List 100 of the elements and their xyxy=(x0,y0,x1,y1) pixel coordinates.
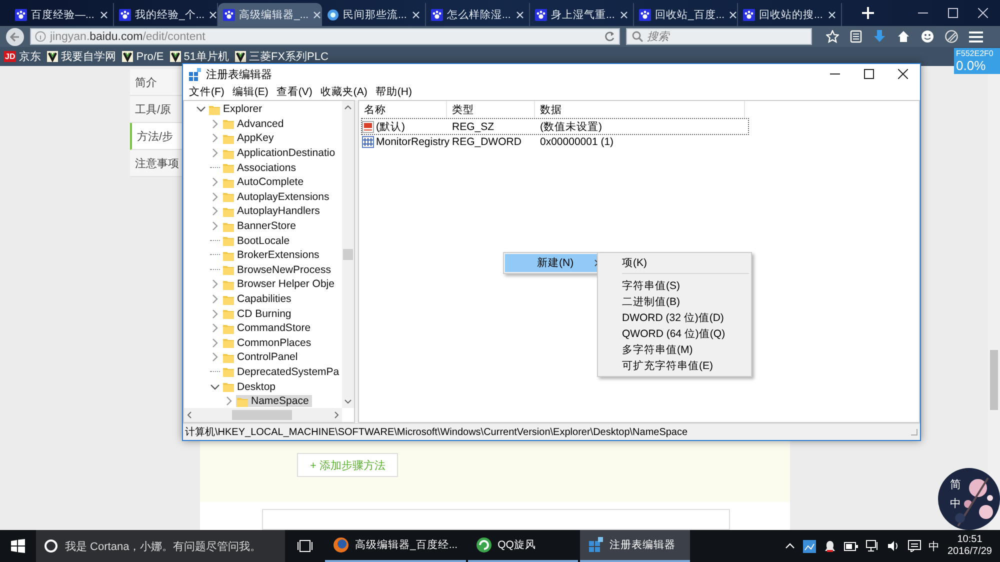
menu-item[interactable]: 文件(F) xyxy=(185,85,228,99)
side-nav-item[interactable]: 简介 xyxy=(130,69,182,96)
tree-item[interactable]: AppKey xyxy=(222,132,277,144)
bookmark-link[interactable]: 我要自学网 xyxy=(61,49,116,64)
bookmark-link[interactable]: 51单片机 xyxy=(184,49,229,64)
chevron-right-icon[interactable] xyxy=(210,352,220,362)
tree-item[interactable]: CommandStore xyxy=(222,322,314,334)
tree-item[interactable]: Associations xyxy=(222,162,299,174)
chevron-right-icon[interactable] xyxy=(210,148,220,158)
column-header[interactable]: 数据 xyxy=(535,101,745,119)
smiley-icon[interactable] xyxy=(921,30,934,43)
taskbar-app[interactable]: 高级编辑器_百度经... xyxy=(325,530,466,562)
chevron-right-icon[interactable] xyxy=(224,396,234,406)
new-tab-icon[interactable] xyxy=(862,7,874,19)
ime-label[interactable]: 简 xyxy=(950,477,961,492)
chevron-right-icon[interactable] xyxy=(210,206,220,216)
tree-item[interactable]: DeprecatedSystemPa xyxy=(222,366,342,378)
list-icon[interactable] xyxy=(850,30,862,43)
scroll-thumb[interactable] xyxy=(232,410,292,420)
tree-item[interactable]: AutoplayExtensions xyxy=(222,190,332,203)
scroll-up-icon[interactable] xyxy=(344,105,352,110)
tree-item[interactable]: BannerStore xyxy=(222,220,299,232)
scroll-down-icon[interactable] xyxy=(344,399,352,404)
tree-item[interactable]: Desktop xyxy=(222,380,279,393)
chevron-down-icon[interactable] xyxy=(210,382,220,392)
menu-item[interactable]: 多字符串值(M) xyxy=(598,342,751,358)
bookmark-link[interactable]: 三菱FX系列PLC xyxy=(249,49,328,64)
chevron-right-icon[interactable] xyxy=(210,221,220,232)
scroll-right-icon[interactable] xyxy=(334,411,339,419)
chevron-right-icon[interactable] xyxy=(210,308,220,319)
menu-icon[interactable] xyxy=(969,30,983,42)
tree-item[interactable]: Capabilities xyxy=(222,293,294,306)
browser-tab[interactable]: 高级编辑器_... xyxy=(218,3,322,26)
back-button[interactable] xyxy=(6,28,24,46)
star-icon[interactable] xyxy=(826,30,839,43)
menu-item[interactable]: 可扩充字符串值(E) xyxy=(598,358,751,374)
tree-item[interactable]: BrowseNewProcess xyxy=(222,264,334,276)
chevron-right-icon[interactable] xyxy=(210,294,220,304)
tree-item[interactable]: CommonPlaces xyxy=(222,336,314,349)
ime-label[interactable]: 中 xyxy=(950,496,961,511)
menu-item[interactable]: 新建(N) xyxy=(505,254,599,272)
tool-icon[interactable] xyxy=(945,30,958,43)
chevron-right-icon[interactable] xyxy=(210,338,220,348)
tree-item[interactable]: ControlPanel xyxy=(222,351,301,364)
reload-icon[interactable] xyxy=(604,31,615,42)
speaker-icon[interactable] xyxy=(886,540,900,552)
chevron-up-icon[interactable] xyxy=(784,543,794,549)
chevron-right-icon[interactable] xyxy=(210,323,220,334)
tree-item[interactable]: BrokerExtensions xyxy=(222,249,322,262)
chevron-right-icon[interactable] xyxy=(210,192,220,202)
scroll-left-icon[interactable] xyxy=(187,411,192,419)
search-field[interactable]: 搜索 xyxy=(626,28,812,45)
menu-item[interactable]: DWORD (32 位)值(D) xyxy=(598,310,751,326)
address-field[interactable]: jingyan.baidu.com/edit/content xyxy=(30,28,620,45)
side-nav-item[interactable]: 注意事项 xyxy=(130,150,182,177)
chevron-right-icon[interactable] xyxy=(210,118,220,129)
menu-item[interactable]: 二进制值(B) xyxy=(598,294,751,310)
menu-item[interactable]: QWORD (64 位)值(Q) xyxy=(598,326,751,342)
windows-logo-icon[interactable] xyxy=(11,539,25,553)
search-field[interactable]: 我是 Cortana，小娜。有问题尽管问我。 xyxy=(36,530,285,562)
column-header[interactable]: 类型 xyxy=(447,101,535,119)
column-header[interactable]: 名称 xyxy=(359,101,447,119)
chevron-right-icon[interactable] xyxy=(210,279,220,290)
tree-item[interactable]: Browser Helper Obje xyxy=(222,278,338,290)
tree-item[interactable]: NameSpace xyxy=(236,395,312,408)
chevron-right-icon[interactable] xyxy=(210,177,220,188)
tree-item[interactable]: AutoplayHandlers xyxy=(222,205,323,218)
task-view-icon[interactable] xyxy=(297,540,313,552)
bookmark-link[interactable]: 京东 xyxy=(19,49,42,64)
side-nav-item[interactable]: 方法/步 xyxy=(130,123,182,150)
home-icon[interactable] xyxy=(897,30,910,43)
menu-item[interactable]: 字符串值(S) xyxy=(598,278,751,294)
tree-item[interactable]: Advanced xyxy=(222,118,287,130)
tree-item[interactable]: CD Burning xyxy=(222,308,294,320)
scroll-thumb[interactable] xyxy=(343,249,353,260)
taskbar-app[interactable]: QQ旋风 xyxy=(468,530,578,562)
side-nav-item[interactable]: 工具/原 xyxy=(130,96,182,123)
close-icon[interactable] xyxy=(898,69,908,79)
input-method-indicator[interactable]: 中 xyxy=(928,538,940,554)
menu-item[interactable]: 编辑(E) xyxy=(228,85,272,99)
resize-grip-icon[interactable] xyxy=(910,428,918,436)
list-row[interactable]: (默认) REG_SZ (数值未设置) xyxy=(362,119,748,134)
scrollbar[interactable] xyxy=(342,101,354,408)
list-row[interactable]: MonitorRegistry REG_DWORD 0x00000001 (1) xyxy=(362,134,748,149)
chevron-right-icon[interactable] xyxy=(210,133,220,144)
menu-item[interactable]: 查看(V) xyxy=(272,85,316,99)
menu-item[interactable]: 帮助(H) xyxy=(371,85,416,99)
message-icon[interactable] xyxy=(908,540,920,552)
chevron-down-icon[interactable] xyxy=(196,104,206,114)
tree-item[interactable]: BootLocale xyxy=(222,234,293,247)
scroll-thumb[interactable] xyxy=(990,350,998,410)
battery-icon[interactable] xyxy=(844,542,858,550)
network-icon[interactable] xyxy=(866,540,878,552)
photo-icon[interactable] xyxy=(802,540,816,552)
maximize-icon[interactable] xyxy=(864,69,874,79)
menu-item[interactable]: 收藏夹(A) xyxy=(316,85,372,99)
scrollbar[interactable] xyxy=(184,408,342,422)
taskbar-app[interactable]: 注册表编辑器 xyxy=(580,530,690,562)
bookmark-link[interactable]: Pro/E xyxy=(136,50,164,62)
tree-item[interactable]: Explorer xyxy=(208,103,266,116)
